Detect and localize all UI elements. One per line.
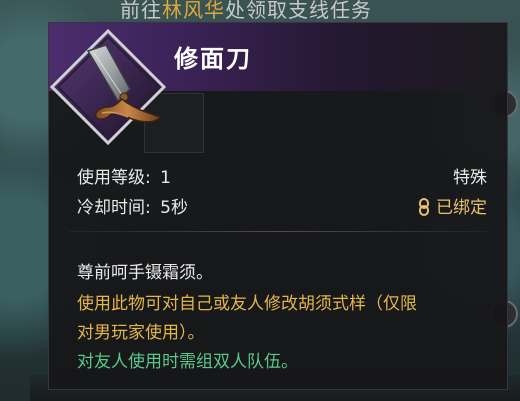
item-description: 尊前呵手镊霜须。 使用此物可对自己或友人修改胡须式样（仅限 对男玩家使用）。 对… bbox=[77, 259, 497, 377]
level-row: 使用等级: 1 特殊 bbox=[77, 163, 487, 193]
flavor-text: 尊前呵手镊霜须。 bbox=[77, 263, 213, 283]
cooldown-label: 冷却时间: bbox=[77, 198, 151, 218]
item-stats: 使用等级: 1 特殊 冷却时间: 5秒 已绑定 bbox=[77, 163, 487, 223]
tooltip-divider bbox=[69, 231, 489, 232]
quality-label: 特殊 bbox=[453, 168, 487, 188]
level-value: 1 bbox=[160, 168, 171, 188]
cooldown-value: 5秒 bbox=[160, 198, 188, 218]
level-label: 使用等级: bbox=[77, 168, 151, 188]
item-name: 修面刀 bbox=[174, 45, 252, 73]
quest-hint-text: 前往林风华处领取支线任务 bbox=[120, 0, 372, 23]
bound-status-text: 已绑定 bbox=[436, 198, 487, 218]
bound-status: 已绑定 bbox=[418, 193, 487, 223]
item-icon-frame bbox=[48, 27, 168, 147]
quest-hint-suffix: 处领取支线任务 bbox=[225, 0, 372, 22]
effect-text-line-1: 使用此物可对自己或友人修改胡须式样（仅限 bbox=[77, 294, 417, 314]
quest-hint-prefix: 前往 bbox=[120, 0, 162, 22]
chain-link-icon bbox=[419, 198, 429, 216]
effect-text-line-2: 对男玩家使用）。 bbox=[77, 323, 205, 343]
cooldown-row: 冷却时间: 5秒 已绑定 bbox=[77, 193, 487, 223]
quest-hint-place: 林风华 bbox=[162, 0, 225, 22]
razor-icon bbox=[49, 28, 167, 146]
usage-note-text: 对友人使用时需组双人队伍。 bbox=[77, 352, 298, 372]
